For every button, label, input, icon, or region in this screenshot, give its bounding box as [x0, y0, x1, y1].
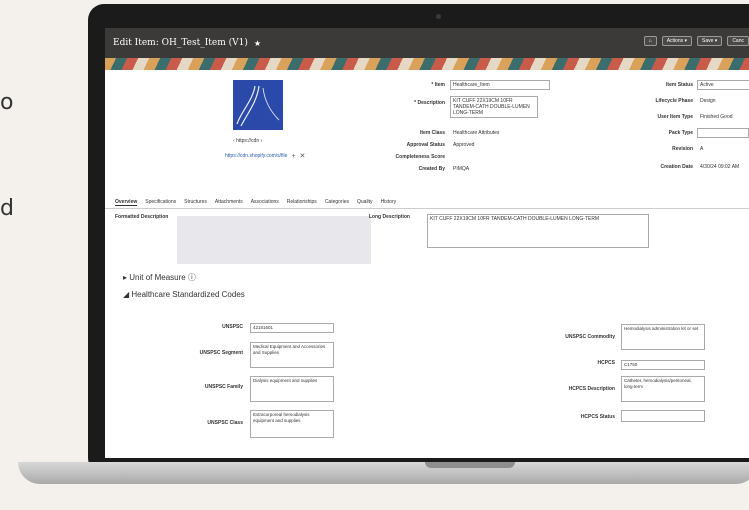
item-name-input[interactable]: Healthcare_Item [450, 80, 550, 90]
item-class-value: Healthcare Attributes [453, 130, 500, 136]
pack-type-select[interactable] [697, 128, 749, 138]
completeness-label: Completeness Score [395, 154, 445, 160]
unspsc-class-field[interactable]: Extracorporeal hemodialysis equipment an… [250, 410, 334, 438]
unspsc-segment-label: UNSPSC Segment [199, 350, 243, 356]
app-screen: Edit Item: OH_Test_Item (V1) ★ ⌂ Actions… [105, 28, 749, 458]
creation-date-label: Creation Date [660, 164, 693, 170]
item-status-field[interactable]: Active [697, 80, 749, 90]
unspsc-segment-field[interactable]: Medical Equipment and Accessories and Su… [250, 342, 334, 368]
creation-date-value: 4/30/24 09:02 AM [700, 164, 740, 170]
lifecycle-value: Design [700, 98, 716, 104]
header-bar: Edit Item: OH_Test_Item (V1) ★ ⌂ Actions… [105, 28, 749, 58]
created-by-label: Created By [418, 166, 445, 172]
lifecycle-label: Lifecycle Phase [655, 98, 693, 104]
favorite-star-icon[interactable]: ★ [254, 39, 261, 48]
laptop-base [18, 462, 749, 484]
add-icon[interactable]: + [291, 153, 295, 160]
hcpcs-label: HCPCS [597, 360, 615, 366]
unspsc-label: UNSPSC [222, 324, 243, 330]
hcpcs-status-field[interactable] [621, 410, 705, 422]
image-pager[interactable]: ‹ https://cdn › [233, 138, 262, 144]
remove-icon[interactable]: ✕ [300, 152, 306, 160]
tab-categories[interactable]: Categories [325, 199, 349, 205]
save-button[interactable]: Save ▾ [697, 36, 723, 46]
approval-status-value: Approved [453, 142, 475, 148]
tab-specifications[interactable]: Specifications [145, 199, 176, 205]
long-description-textarea[interactable]: KIT CUFF 22X19CM 10FR TANDEM-CATH DOUBLE… [427, 214, 649, 248]
item-class-label: Item Class [419, 130, 445, 136]
unspsc-family-label: UNSPSC Family [204, 384, 243, 390]
unspsc-input[interactable]: 42181601 [250, 323, 334, 333]
image-url-row: https://cdn.shopify.com/s/file + ✕ [225, 152, 306, 161]
hcpcs-description-label: HCPCS Description [568, 386, 615, 392]
tab-associations[interactable]: Associations [251, 199, 279, 205]
item-label: * Item [431, 82, 445, 88]
home-icon[interactable]: ⌂ [643, 36, 657, 46]
tab-attachments[interactable]: Attachments [215, 199, 243, 205]
tab-bar: Overview Specifications Structures Attac… [105, 196, 749, 209]
description-label: * Description [414, 100, 445, 106]
healthcare-codes-section[interactable]: ◢ Healthcare Standardized Codes [123, 290, 245, 299]
revision-label: Revision [672, 146, 693, 152]
cancel-button[interactable]: Canc [727, 36, 749, 46]
tab-overview[interactable]: Overview [115, 199, 138, 206]
actions-menu[interactable]: Actions ▾ [661, 36, 693, 46]
tab-relationships[interactable]: Relationships [287, 199, 317, 205]
hcpcs-description-field[interactable]: Catheter, hemodialysis/peritoneal, long-… [621, 376, 705, 402]
side-text-fragment: o [0, 90, 14, 115]
unit-of-measure-section[interactable]: ▸ Unit of Measure ⓘ [123, 272, 196, 283]
user-type-value: Finished Good [700, 114, 733, 120]
tab-history[interactable]: History [381, 199, 397, 205]
created-by-value: PIMQA [453, 166, 470, 172]
hcpcs-status-label: HCPCS Status [580, 414, 615, 420]
page-title: Edit Item: OH_Test_Item (V1) [113, 38, 248, 48]
side-text-fragment: d [0, 196, 14, 221]
unspsc-class-label: UNSPSC Class [207, 420, 243, 426]
formatted-description-editor[interactable] [177, 216, 371, 264]
unspsc-commodity-label: UNSPSC Commodity [565, 334, 615, 340]
tab-quality[interactable]: Quality [357, 199, 373, 205]
description-textarea[interactable]: KIT CUFF 22X19CM 10FR TANDEM-CATH DOUBLE… [450, 96, 538, 118]
item-image[interactable] [233, 80, 283, 130]
unspsc-commodity-field[interactable]: Hemodialysis administration kit or set [621, 324, 705, 350]
unspsc-family-field[interactable]: Dialysis equipment and supplies [250, 376, 334, 402]
tab-structures[interactable]: Structures [184, 199, 207, 205]
decorative-banner [105, 58, 749, 70]
user-type-label: User Item Type [657, 114, 693, 120]
approval-status-label: Approval Status [406, 142, 445, 148]
camera-icon [436, 14, 441, 19]
revision-value: A [700, 146, 704, 152]
hcpcs-input[interactable]: C1750 [621, 360, 705, 370]
item-status-label: Item Status [666, 82, 693, 88]
long-description-label: Long Description [368, 214, 410, 220]
image-url-link[interactable]: https://cdn.shopify.com/s/file [225, 153, 287, 159]
pack-type-label: Pack Type [668, 130, 693, 136]
